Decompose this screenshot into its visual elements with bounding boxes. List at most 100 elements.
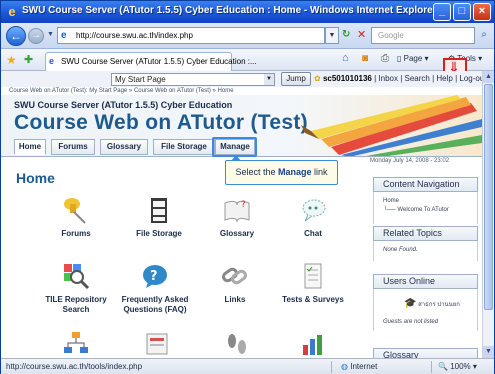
- forward-button[interactable]: →: [28, 28, 44, 44]
- browser-tab[interactable]: e SWU Course Server (ATutor 1.5.5) Cyber…: [45, 52, 257, 71]
- user-bar: ✿ sc501010136 | Inbox | Search | Help | …: [314, 74, 482, 83]
- pencils-banner-image: [301, 95, 482, 157]
- manage-highlight-box: [212, 137, 257, 157]
- user-links[interactable]: | Inbox | Search | Help | Log-out: [374, 74, 482, 83]
- jump-select[interactable]: My Start Page ▼: [111, 73, 275, 86]
- globe-icon: ◍: [341, 362, 348, 371]
- svg-text:?: ?: [241, 200, 246, 210]
- tool-links[interactable]: Links: [195, 261, 275, 305]
- search-icon[interactable]: ⌕: [477, 27, 491, 44]
- page-menu-label: Page: [403, 54, 423, 63]
- minimize-button[interactable]: _: [433, 3, 451, 21]
- username: sc501010136: [322, 74, 372, 83]
- jump-button[interactable]: Jump: [281, 72, 311, 86]
- url-input[interactable]: e http://course.swu.ac.th/index.php: [57, 27, 325, 44]
- tab-home[interactable]: Home: [14, 139, 46, 155]
- instruction-callout: Select the Manage link: [225, 160, 338, 185]
- back-button[interactable]: ←: [6, 26, 26, 46]
- scroll-down-icon[interactable]: ▼: [483, 346, 494, 358]
- tool-label: Chat: [304, 229, 322, 238]
- sitemap-icon: [64, 332, 88, 353]
- page-menu[interactable]: ▯ Page ▾: [397, 54, 429, 63]
- url-text: http://course.swu.ac.th/index.php: [76, 31, 193, 40]
- svg-text:?: ?: [150, 269, 158, 284]
- zoom-control[interactable]: 🔍 100% ▾: [438, 362, 477, 371]
- tool-statistics[interactable]: [273, 329, 353, 358]
- graduation-cap-icon: 🎓: [404, 298, 417, 309]
- url-dropdown-button[interactable]: ▼: [325, 27, 339, 44]
- add-favorite-icon[interactable]: ✚: [24, 53, 33, 66]
- stop-icon[interactable]: ✕: [357, 28, 366, 41]
- pushpin-icon: [64, 198, 86, 224]
- tool-label: Links: [224, 295, 246, 304]
- checklist-icon: [304, 263, 322, 289]
- close-button[interactable]: ×: [473, 3, 491, 21]
- tab-file-storage[interactable]: File Storage: [153, 139, 215, 155]
- tool-footprints[interactable]: [197, 329, 277, 358]
- zoom-icon: 🔍: [438, 362, 448, 371]
- jump-select-value: My Start Page: [115, 75, 166, 84]
- nav-item[interactable]: └── Welcome To ATutor: [383, 207, 449, 213]
- ie-logo-icon: e: [8, 4, 16, 19]
- web-icon: [146, 333, 168, 355]
- tool-glossary[interactable]: ? Glossary: [197, 195, 277, 239]
- browser-window: e SWU Course Server (ATutor 1.5.5) Cyber…: [0, 0, 495, 374]
- status-bar: http://course.swu.ac.th/tools/index.php …: [1, 358, 494, 374]
- print-icon[interactable]: ⎙: [381, 53, 389, 64]
- page-content: My Start Page ▼ Jump ✿ sc501010136 | Inb…: [1, 71, 482, 358]
- scroll-thumb[interactable]: [484, 84, 493, 310]
- page-title: Home: [16, 170, 55, 186]
- glossary-heading: Glossary: [373, 348, 478, 358]
- users-online-panel: 🎓 สาธกร ปานนยก Guests are not listed: [373, 289, 478, 331]
- feeds-icon[interactable]: ◙: [362, 53, 368, 64]
- online-user[interactable]: 🎓 สาธกร ปานนยก: [404, 298, 460, 309]
- zone-label: Internet: [350, 362, 378, 371]
- command-bar: ★ ✚ e SWU Course Server (ATutor 1.5.5) C…: [1, 49, 494, 71]
- tab-forums[interactable]: Forums: [51, 139, 95, 155]
- related-topics-panel: None Found.: [373, 241, 478, 261]
- vertical-scrollbar[interactable]: ▲ ▼: [482, 71, 494, 358]
- tool-label: TILE Repository Search: [45, 295, 107, 314]
- tool-forums[interactable]: Forums: [36, 195, 116, 239]
- search-input[interactable]: Google: [371, 27, 475, 44]
- file-cabinet-icon: [151, 198, 167, 223]
- tool-label: Frequently Asked Questions (FAQ): [121, 295, 189, 314]
- breadcrumb[interactable]: Course Web on ATutor (Test): My Start Pa…: [9, 88, 234, 94]
- tool-chat[interactable]: Chat: [273, 195, 353, 239]
- tool-faq[interactable]: ? Frequently Asked Questions (FAQ): [115, 261, 195, 315]
- nav-home-link[interactable]: Home: [383, 198, 399, 204]
- maximize-button[interactable]: □: [453, 3, 471, 21]
- footprints-icon: [228, 334, 246, 354]
- favorites-star-icon[interactable]: ★: [6, 53, 17, 67]
- tool-tests-surveys[interactable]: Tests & Surveys: [273, 261, 353, 305]
- current-date: Monday July 14, 2008 - 23:02: [370, 158, 450, 164]
- window-title: SWU Course Server (ATutor 1.5.5) Cyber E…: [22, 5, 437, 16]
- scroll-up-icon[interactable]: ▲: [483, 71, 494, 83]
- zoom-level: 100%: [450, 362, 471, 371]
- refresh-icon[interactable]: ↻: [342, 29, 350, 40]
- related-topics-text: None Found.: [383, 247, 418, 253]
- security-zone[interactable]: ◍ Internet: [341, 362, 377, 371]
- tool-web[interactable]: [117, 329, 197, 358]
- page-icon: e: [61, 30, 67, 41]
- tool-tile-repository-search[interactable]: TILE Repository Search: [36, 261, 116, 315]
- user-star-icon: ✿: [314, 74, 321, 83]
- nav-item-label: Welcome To ATutor: [397, 207, 449, 213]
- tool-label: Tests & Surveys: [282, 295, 344, 304]
- tab-glossary[interactable]: Glossary: [100, 139, 148, 155]
- callout-prefix: Select the: [235, 167, 278, 177]
- question-icon: ?: [143, 265, 167, 288]
- related-topics-heading: Related Topics: [373, 226, 478, 241]
- bar-chart-icon: [303, 335, 322, 355]
- content-navigation-panel: Home └── Welcome To ATutor: [373, 192, 478, 224]
- callout-suffix: link: [311, 167, 328, 177]
- home-icon[interactable]: ⌂: [342, 52, 349, 64]
- tool-file-storage[interactable]: File Storage: [119, 195, 199, 239]
- chevron-down-icon: ▼: [264, 74, 274, 85]
- history-dropdown-icon[interactable]: ▼: [47, 31, 54, 38]
- chain-icon: [222, 267, 247, 285]
- status-divider: [331, 361, 332, 373]
- tool-sitemap[interactable]: [36, 329, 116, 358]
- magnifier-icon: [64, 264, 90, 290]
- book-icon: ?: [224, 200, 250, 223]
